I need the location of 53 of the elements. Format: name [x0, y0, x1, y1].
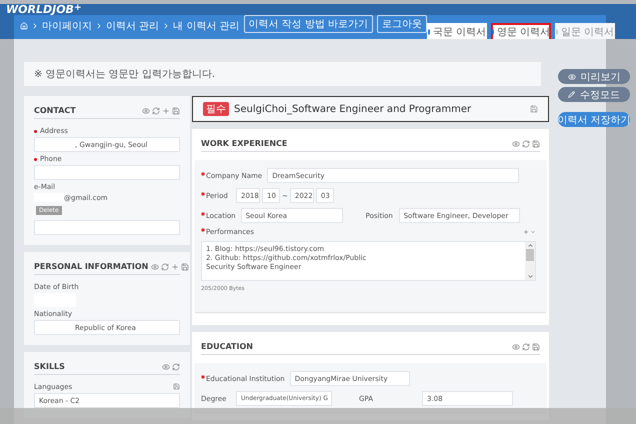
eye-icon[interactable] [162, 362, 170, 370]
preview-button[interactable]: 미리보기 [558, 69, 630, 84]
chevron-right-icon [31, 22, 39, 30]
required-icon [201, 192, 205, 196]
save-resume-button[interactable]: 이력서 저장하기 [558, 112, 630, 127]
home-icon[interactable] [20, 22, 28, 30]
edit-mode-button[interactable]: 수정모드 [558, 87, 630, 102]
breadcrumb-link[interactable]: 이력서 관리 [106, 19, 160, 33]
pencil-icon [568, 91, 575, 98]
plus-icon[interactable] [162, 106, 170, 114]
panel-title: SKILLS [34, 362, 65, 371]
eye-icon [568, 72, 576, 80]
logo[interactable]: WORLDJOB+ [0, 4, 636, 15]
eye-icon[interactable] [142, 106, 150, 114]
panel-title: PERSONAL INFORMATION [34, 262, 148, 271]
scrollbar-thumb[interactable] [526, 249, 534, 261]
logout-button[interactable]: 로그아웃 [377, 15, 428, 33]
eye-icon[interactable] [512, 140, 520, 148]
required-badge: 필수 [203, 102, 229, 116]
plus-icon[interactable] [171, 262, 180, 270]
required-icon [201, 374, 205, 378]
plus-icon[interactable] [523, 229, 529, 235]
title-field[interactable]: 필수 SeulgiChoi_Software Engineer and Programmer [192, 96, 549, 122]
save-icon[interactable] [530, 105, 538, 113]
save-icon[interactable] [532, 342, 540, 350]
resume-tab[interactable]: 국문 이력서 [427, 23, 488, 39]
guide-button[interactable]: 이력서 작성 방법 바로가기 [244, 15, 374, 33]
refresh-icon[interactable] [522, 342, 530, 350]
scroll-down-icon[interactable] [526, 273, 534, 280]
required-icon [201, 228, 205, 232]
section-title: WORK EXPERIENCE [201, 139, 288, 148]
section-title: EDUCATION [201, 342, 253, 351]
save-icon[interactable] [172, 106, 180, 114]
breadcrumb-link[interactable]: 내 이력서 관리 [173, 19, 240, 33]
input-field[interactable] [34, 165, 180, 180]
save-icon[interactable] [181, 262, 190, 270]
refresh-icon[interactable] [152, 106, 160, 114]
save-icon[interactable] [532, 140, 540, 148]
chevron-right-icon [95, 22, 103, 30]
input-field[interactable] [34, 220, 180, 235]
scroll-up-icon[interactable] [526, 242, 534, 249]
breadcrumb-link[interactable]: 마이페이지 [42, 19, 92, 33]
required-icon [201, 172, 205, 176]
resume-tab[interactable]: 영문 이력서 [491, 23, 552, 39]
refresh-icon[interactable] [522, 140, 530, 148]
save-icon[interactable] [173, 383, 180, 390]
eye-icon[interactable] [151, 262, 160, 270]
required-icon [201, 212, 205, 216]
refresh-icon[interactable] [161, 262, 170, 270]
notice-text: ※ 영문이력서는 영문만 입력가능합니다. [24, 62, 541, 86]
eye-icon[interactable] [512, 342, 520, 350]
panel-title: CONTACT [34, 106, 76, 115]
refresh-icon[interactable] [172, 362, 180, 370]
